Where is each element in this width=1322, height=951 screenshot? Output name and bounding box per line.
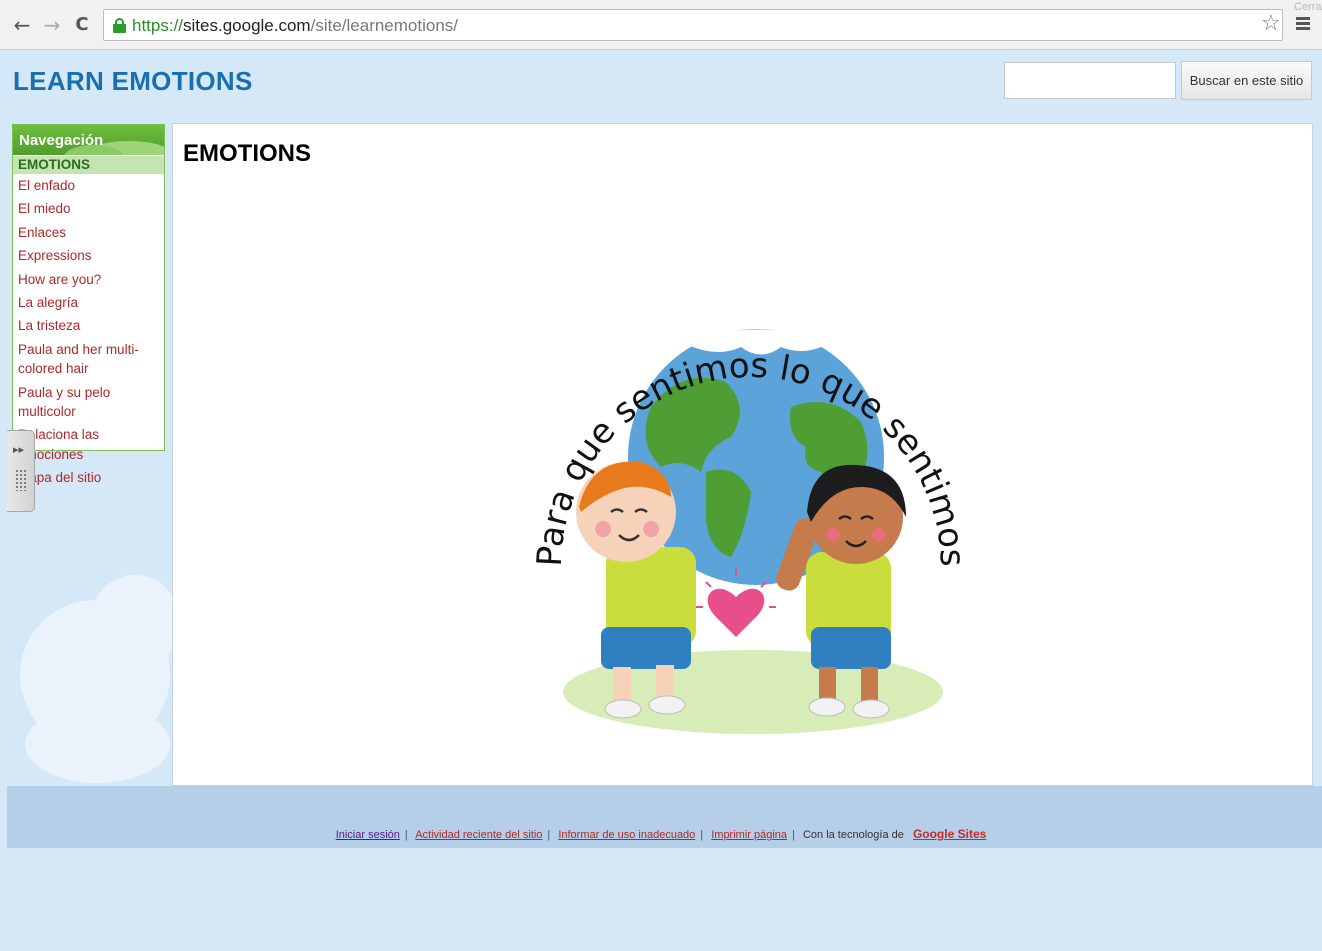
nav-item-la-alegria[interactable]: La alegría [13, 291, 164, 314]
nav-item-how-are-you[interactable]: How are you? [13, 268, 164, 291]
bookmark-star-icon[interactable]: ☆ [1261, 12, 1281, 36]
nav-item-la-tristeza[interactable]: La tristeza [13, 314, 164, 337]
lock-icon [113, 18, 126, 33]
nav-item-el-miedo[interactable]: El miedo [13, 197, 164, 220]
address-bar[interactable]: https://sites.google.com/site/learnemoti… [103, 9, 1283, 41]
nav-item-el-enfado[interactable]: El enfado [13, 174, 164, 197]
nav-item-relaciona-emociones[interactable]: Relaciona las emociones [13, 423, 164, 466]
back-arrow-icon[interactable]: ← [10, 14, 34, 38]
main-content: EMOTIONS Para que sentimos lo que sentim… [172, 123, 1313, 786]
heart-icon [707, 588, 765, 637]
children-globe-illustration: Para que sentimos lo que sentimos [531, 329, 971, 734]
menu-icon[interactable] [1296, 17, 1310, 31]
forward-arrow-icon[interactable]: → [40, 14, 64, 38]
address-url[interactable]: https://sites.google.com/site/learnemoti… [132, 16, 458, 36]
site-search-input[interactable] [1004, 62, 1176, 99]
navigation-header: Navegación [13, 125, 164, 155]
recent-activity-link[interactable]: Actividad reciente del sitio [415, 829, 542, 841]
cloud-decoration [90, 575, 180, 670]
reload-icon[interactable]: C [70, 14, 94, 38]
print-page-link[interactable]: Imprimir página [711, 829, 787, 841]
site-title[interactable]: LEARN EMOTIONS [13, 66, 253, 97]
sidebar-toggle-handle[interactable]: ▸▸ [7, 430, 35, 512]
nav-item-paula-multicolored[interactable]: Paula and her multi-colored hair [13, 338, 164, 381]
navigation-header-label: Navegación [19, 132, 104, 149]
expand-arrows-icon: ▸▸ [13, 443, 25, 456]
site-footer: Iniciar sesión | Actividad reciente del s… [335, 827, 987, 841]
google-sites-link[interactable]: Google Sites [913, 827, 986, 841]
cloud-decoration [25, 705, 170, 783]
url-scheme: https:// [132, 16, 184, 35]
search-site-button[interactable]: Buscar en este sitio [1181, 61, 1312, 100]
grip-dots-icon [15, 469, 27, 491]
report-abuse-link[interactable]: Informar de uso inadecuado [558, 829, 695, 841]
nav-item-paula-pelo-multicolor[interactable]: Paula y su pelo multicolor [13, 381, 164, 424]
page-title: EMOTIONS [183, 140, 312, 167]
url-host: sites.google.com [183, 16, 311, 35]
nav-item-emotions[interactable]: EMOTIONS [13, 156, 164, 174]
nav-item-mapa-del-sitio[interactable]: Mapa del sitio [13, 466, 164, 489]
url-path: /site/learnemotions/ [310, 16, 459, 35]
close-tooltip: Cerrar [1294, 1, 1322, 13]
navigation-panel: Navegación EMOTIONS El enfado El miedo E… [12, 124, 165, 485]
browser-toolbar: ← → C https://sites.google.com/site/lear… [0, 0, 1322, 50]
sign-in-link[interactable]: Iniciar sesión [336, 829, 400, 841]
nav-item-expressions[interactable]: Expressions [13, 244, 164, 267]
nav-item-enlaces[interactable]: Enlaces [13, 221, 164, 244]
powered-by-text: Con la tecnología de [802, 829, 904, 841]
navigation-list: EMOTIONS El enfado El miedo Enlaces Expr… [13, 156, 164, 490]
